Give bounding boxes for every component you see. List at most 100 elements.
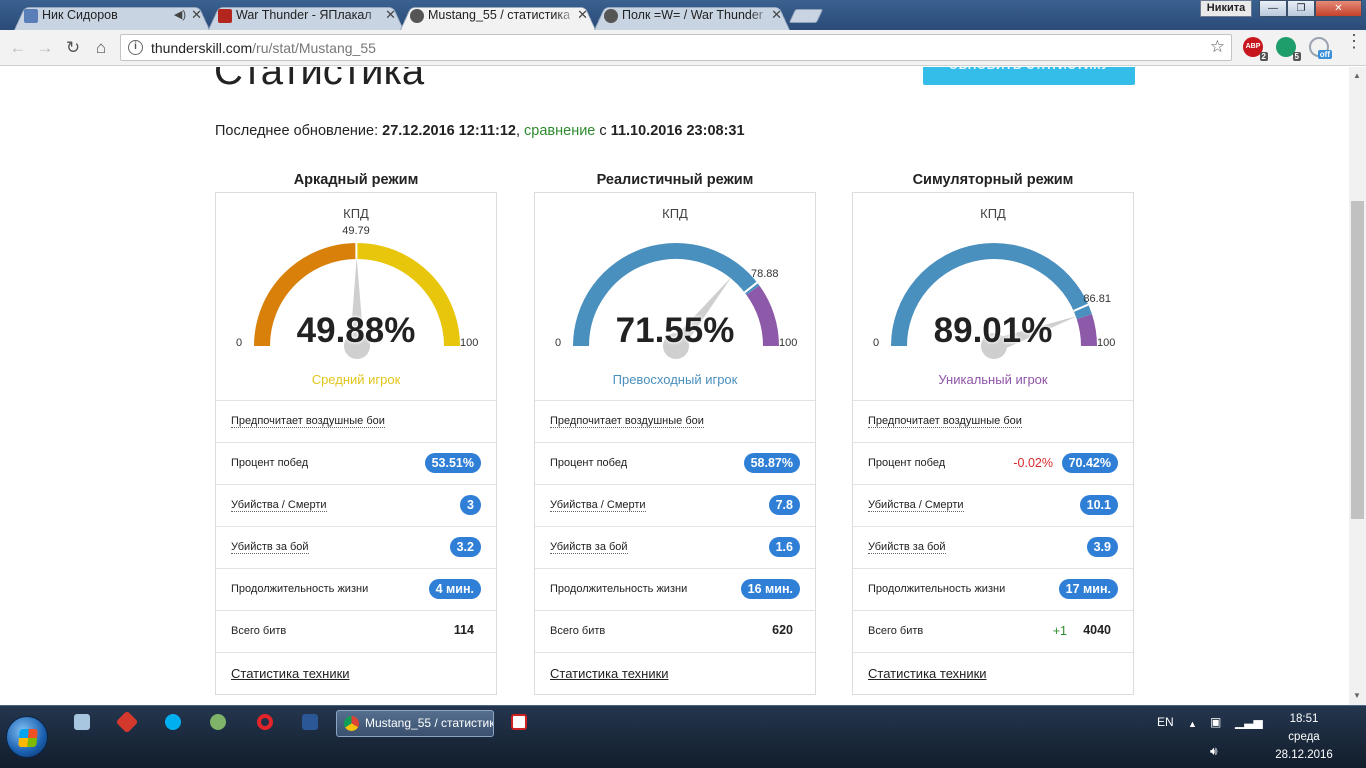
minimize-button[interactable]: —	[1259, 0, 1287, 17]
start-button[interactable]	[6, 716, 48, 758]
stat-row-prefers: Предпочитает воздушные бои	[535, 400, 815, 442]
gauge-max-label: 100	[1097, 337, 1116, 349]
windows-taskbar: Mustang_55 / статистика... EN ▲ ▣ ▁▃▅ 🔊︎…	[0, 705, 1366, 768]
tray-expand-icon[interactable]: ▲	[1188, 719, 1197, 729]
vehicle-stats-link[interactable]: Статистика техники	[868, 666, 987, 681]
mode-title-simulator: Симуляторный режим	[912, 172, 1074, 188]
stat-row-kills-per-battle: Убийств за бой 3.2	[216, 526, 496, 568]
stat-row-win-rate: Процент побед 53.51%	[216, 442, 496, 484]
scroll-down-arrow-icon[interactable]: ▼	[1353, 691, 1361, 700]
windows-logo-icon	[18, 729, 38, 747]
language-indicator[interactable]: EN	[1157, 715, 1174, 729]
extension-green-icon[interactable]: 5	[1276, 37, 1301, 61]
close-icon[interactable]: ✕	[577, 4, 588, 26]
close-icon[interactable]: ✕	[191, 4, 202, 26]
vehicle-stats-link[interactable]: Статистика техники	[231, 666, 350, 681]
tab-2[interactable]: Mustang_55 / статистика ✕	[400, 4, 596, 30]
page-scrollbar[interactable]: ▲ ▼	[1349, 67, 1366, 705]
page-viewport: Статистика ОБНОВИТЬ СТАТИСТИКУ Последнее…	[0, 67, 1349, 705]
speaker-icon[interactable]: ◀)	[174, 4, 186, 26]
vehicle-stats-link[interactable]: Статистика техники	[550, 666, 669, 681]
info-icon[interactable]: i	[128, 40, 143, 55]
ccleaner-icon[interactable]	[115, 710, 139, 734]
taskbar-chrome-task[interactable]: Mustang_55 / статистика...	[336, 710, 494, 737]
stat-row-win-rate: Процент побед -0.02% 70.42%	[853, 442, 1133, 484]
prefers-label[interactable]: Предпочитает воздушные бои	[550, 415, 704, 428]
kills-per-battle-label[interactable]: Убийств за бой	[550, 541, 628, 554]
last-update-line: Последнее обновление: 27.12.2016 12:11:1…	[215, 123, 745, 139]
skype-icon[interactable]	[165, 714, 181, 730]
battles-value: 114	[453, 623, 474, 637]
app-icon[interactable]	[511, 714, 527, 730]
stat-row-kills-per-battle: Убийств за бой 1.6	[535, 526, 815, 568]
word-icon[interactable]	[302, 714, 318, 730]
stat-row-battles: Всего битв 620	[535, 610, 815, 652]
prefers-label[interactable]: Предпочитает воздушные бои	[231, 415, 385, 428]
maximize-button[interactable]: ❐	[1287, 0, 1315, 17]
profile-button[interactable]: Никита	[1200, 0, 1252, 17]
extension-cloud-icon[interactable]: off	[1309, 37, 1332, 59]
window-close-button[interactable]: ✕	[1315, 0, 1362, 17]
previous-kpd-marker: 78.88	[751, 268, 779, 281]
mode-title-arcade: Аркадный режим	[293, 172, 419, 188]
war-thunder-favicon-icon	[218, 9, 232, 23]
tray-device-icon[interactable]: ▣	[1210, 715, 1221, 729]
forward-button[interactable]: →	[34, 37, 56, 59]
menu-icon[interactable]: ⋮	[1345, 32, 1363, 50]
scrollbar-thumb[interactable]	[1351, 201, 1364, 519]
network-signal-icon[interactable]: ▁▃▅	[1235, 715, 1263, 729]
address-bar[interactable]: i thunderskill.com/ru/stat/Mustang_55 ☆	[120, 34, 1232, 61]
thunderskill-favicon-icon	[410, 9, 424, 23]
lifetime-badge: 17 мин.	[1058, 579, 1118, 599]
stat-row-lifetime: Продолжительность жизни 16 мин.	[535, 568, 815, 610]
gauge-min-label: 0	[555, 337, 562, 349]
battles-label: Всего битв	[550, 625, 606, 637]
scroll-up-arrow-icon[interactable]: ▲	[1353, 71, 1361, 80]
kills-per-battle-label[interactable]: Убийств за бой	[231, 541, 309, 554]
win-rate-badge: 70.42%	[1061, 453, 1118, 473]
win-rate-badge: 58.87%	[743, 453, 800, 473]
kd-label[interactable]: Убийства / Смерти	[231, 499, 327, 512]
tab-3[interactable]: Полк =W= / War Thunder ✕	[594, 4, 790, 30]
new-tab-button[interactable]	[788, 9, 824, 23]
stat-row-battles: Всего битв 114	[216, 610, 496, 652]
close-icon[interactable]: ✕	[771, 4, 782, 26]
gauge-max-label: 100	[460, 337, 479, 349]
stat-row-vehicles: Статистика техники	[535, 652, 815, 694]
browser-toolbar: ← → ↻ ⌂ i thunderskill.com/ru/stat/Musta…	[0, 30, 1366, 66]
stat-row-kd: Убийства / Смерти 7.8	[535, 484, 815, 526]
close-icon[interactable]: ✕	[385, 4, 396, 26]
volume-icon[interactable]: 🔊︎	[1210, 744, 1218, 759]
home-button[interactable]: ⌂	[90, 37, 112, 59]
update-date: 27.12.2016 12:11:12	[382, 123, 516, 139]
kd-label[interactable]: Убийства / Смерти	[550, 499, 646, 512]
kills-per-battle-badge: 1.6	[768, 537, 800, 557]
back-button[interactable]: ←	[7, 37, 29, 59]
kpd-value: 49.88%	[296, 311, 416, 350]
refresh-stats-button[interactable]: ОБНОВИТЬ СТАТИСТИКУ	[923, 67, 1135, 85]
stat-row-kd: Убийства / Смерти 3	[216, 484, 496, 526]
bookmark-star-icon[interactable]: ☆	[1210, 37, 1225, 57]
compare-link[interactable]: сравнение	[524, 123, 595, 139]
stat-row-prefers: Предпочитает воздушные бои	[853, 400, 1133, 442]
win-rate-label: Процент побед	[868, 457, 946, 469]
adblock-plus-icon[interactable]: ABP 2	[1243, 37, 1268, 61]
kills-per-battle-label[interactable]: Убийств за бой	[868, 541, 946, 554]
paint-icon[interactable]	[210, 714, 226, 730]
calculator-icon[interactable]	[74, 714, 90, 730]
tab-1[interactable]: War Thunder - ЯПлакал ✕	[208, 4, 404, 30]
win-rate-label: Процент побед	[231, 457, 309, 469]
url-text[interactable]: thunderskill.com/ru/stat/Mustang_55	[151, 40, 376, 56]
kd-label[interactable]: Убийства / Смерти	[868, 499, 964, 512]
thunderskill-favicon-icon	[604, 9, 618, 23]
opera-icon[interactable]	[257, 714, 273, 730]
player-rank: Превосходный игрок	[612, 372, 738, 387]
tab-0[interactable]: Ник Сидоров ◀) ✕	[14, 4, 210, 30]
reload-button[interactable]: ↻	[62, 37, 84, 59]
prefers-label[interactable]: Предпочитает воздушные бои	[868, 415, 1022, 428]
stat-row-kills-per-battle: Убийств за бой 3.9	[853, 526, 1133, 568]
battles-value: 4040	[1083, 623, 1111, 637]
kpd-value: 89.01%	[933, 311, 1053, 350]
lifetime-label: Продолжительность жизни	[231, 583, 369, 595]
system-clock[interactable]: 18:51 среда 28.12.2016	[1268, 710, 1340, 764]
